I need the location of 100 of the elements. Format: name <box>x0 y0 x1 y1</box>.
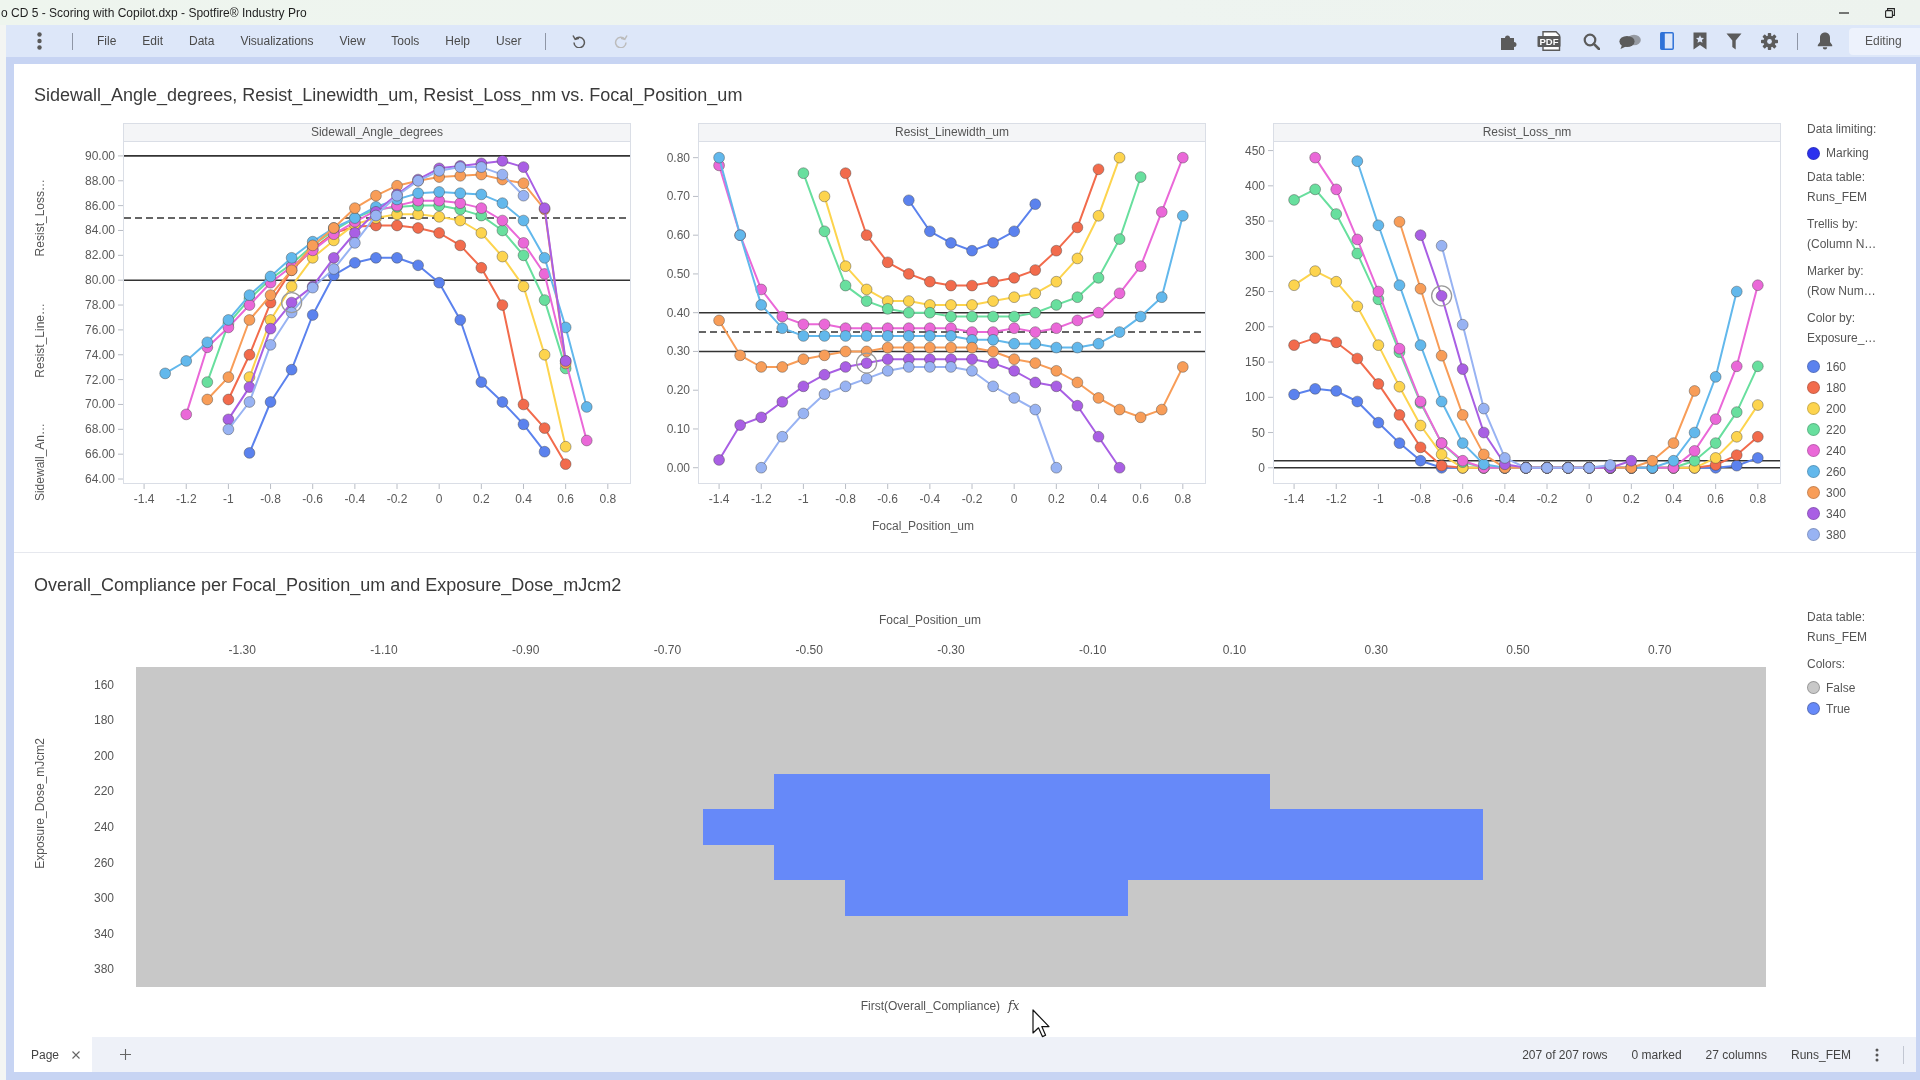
marked-count-text: 0 marked <box>1631 1047 1682 1062</box>
axis-tick-label: 70.00 <box>84 397 115 412</box>
axis-tick-label: 0.70 <box>666 189 690 204</box>
axis-tick-label: 0.8 <box>1174 492 1192 506</box>
axis-tick-label: -1 <box>1373 492 1384 506</box>
axis-tick-label: 0.50 <box>1506 643 1530 657</box>
axis-tick-label: 100 <box>1244 390 1265 405</box>
axis-tick-label: 340 <box>93 926 114 941</box>
axis-title: Resist_Line… <box>32 302 47 378</box>
axis-title: First(Overall_Compliance) <box>860 999 1001 1013</box>
axis-tick-label: -0.6 <box>302 492 324 506</box>
axis-tick-label: -0.90 <box>512 643 540 657</box>
axis-tick-label: 0.80 <box>666 150 690 165</box>
axis-tick-label: 0 <box>1010 492 1018 506</box>
legend-heading: Data limiting: <box>1807 121 1877 138</box>
axis-tick-label: 220 <box>93 784 114 799</box>
axis-tick-label: -1.10 <box>370 643 398 657</box>
axis-tick-label: 0.6 <box>1132 492 1149 506</box>
axis-tick-label: -0.8 <box>835 492 856 506</box>
axis-tick-label: 200 <box>93 748 114 763</box>
axis-tick-label: 0 <box>1258 460 1265 475</box>
axis-tick-label: 0.2 <box>1048 492 1065 506</box>
axis-tick-label: -0.70 <box>653 643 682 657</box>
legend-label: 260 <box>1826 464 1847 479</box>
axis-tick-label: 380 <box>93 962 114 977</box>
axis-tick-label: -1.2 <box>175 492 197 506</box>
legend-heading: Trellis by: <box>1807 216 1858 233</box>
legend-value: Runs_FEM <box>1807 629 1868 646</box>
axis-tick-label: 0.40 <box>666 305 690 320</box>
axis-tick-label: -0.4 <box>344 492 366 506</box>
column-count-text: 27 columns <box>1705 1047 1767 1062</box>
axis-tick-label: -1.4 <box>133 492 155 506</box>
axis-tick-label: 78.00 <box>84 298 115 313</box>
legend-value: Runs_FEM <box>1807 189 1868 206</box>
axis-tick-label: 450 <box>1244 143 1265 158</box>
axis-tick-label: 400 <box>1244 178 1265 193</box>
axis-tick-label: -1.2 <box>1325 492 1347 506</box>
legend-label: Marking <box>1826 146 1869 160</box>
axis-tick-label: 0.00 <box>666 460 690 475</box>
axis-tick-label: 0 <box>1585 492 1593 506</box>
axis-title: Sidewall_An… <box>32 422 47 501</box>
axis-tick-label: 0.8 <box>599 492 617 506</box>
axis-tick-label: 150 <box>1244 355 1265 370</box>
axis-tick-label: 68.00 <box>84 422 115 437</box>
axis-tick-label: 0.6 <box>557 492 574 506</box>
axis-tick-label: -0.4 <box>919 492 941 506</box>
axis-tick-label: -1.2 <box>750 492 772 506</box>
axis-tick-label: -0.4 <box>1494 492 1516 506</box>
legend-label: 340 <box>1826 506 1847 521</box>
legend-heading: Color by: <box>1807 310 1856 327</box>
axis-tick-label: -0.10 <box>1079 643 1107 657</box>
axis-tick-label: -0.2 <box>961 492 983 506</box>
panel-header: Resist_Linewidth_um <box>698 123 1206 141</box>
axis-tick-label: 0.4 <box>1665 492 1682 506</box>
visualization-title: Sidewall_Angle_degrees, Resist_Linewidth_um, Resist_Loss_nm vs. Focal_Position_um <box>34 84 743 106</box>
axis-tick-label: -0.30 <box>937 643 965 657</box>
axis-tick-label: -1 <box>223 492 234 506</box>
legend-label: True <box>1826 701 1851 716</box>
axis-tick-label: 76.00 <box>84 322 115 337</box>
axis-tick-label: 0.70 <box>1648 643 1672 657</box>
axis-tick-label: 0.4 <box>1090 492 1107 506</box>
axis-tick-label: -1 <box>798 492 809 506</box>
axis-tick-label: 0.2 <box>473 492 490 506</box>
legend-label: 380 <box>1826 527 1847 542</box>
axis-tick-label: 0.20 <box>666 383 690 398</box>
axis-tick-label: 82.00 <box>84 248 115 263</box>
axis-tick-label: 74.00 <box>84 347 115 362</box>
axis-tick-label: -1.4 <box>708 492 730 506</box>
legend-label: 220 <box>1826 422 1847 437</box>
axis-tick-label: 180 <box>93 713 114 728</box>
axis-tick-label: 66.00 <box>84 447 115 462</box>
axis-tick-label: 0.4 <box>515 492 532 506</box>
axis-tick-label: 0.10 <box>1222 643 1247 657</box>
axis-tick-label: 88.00 <box>84 173 115 188</box>
axis-tick-label: 0.6 <box>1707 492 1724 506</box>
axis-tick-label: 250 <box>1244 284 1265 299</box>
axis-tick-label: 80.00 <box>84 273 115 288</box>
axis-tick-label: -0.8 <box>260 492 281 506</box>
window-title: o CD 5 - Scoring with Copilot.dxp - Spotfire® Industry Pro <box>0 5 307 20</box>
axis-tick-label: 0.30 <box>1364 643 1388 657</box>
axis-tick-label: 300 <box>1244 249 1265 264</box>
axis-tick-label: 90.00 <box>84 148 115 163</box>
axis-title: Focal_Position_um <box>871 519 975 533</box>
axis-tick-label: -0.6 <box>1452 492 1474 506</box>
panel-header: Sidewall_Angle_degrees <box>123 123 631 141</box>
legend-heading: Data table: <box>1807 169 1866 186</box>
axis-tick-label: -0.2 <box>1536 492 1558 506</box>
axis-tick-label: 200 <box>1244 319 1265 334</box>
axis-tick-label: 350 <box>1244 214 1265 229</box>
axis-title: Exposure_Dose_mJcm2 <box>32 737 47 869</box>
row-count-text: 207 of 207 rows <box>1522 1047 1608 1062</box>
axis-tick-label: 0.30 <box>666 344 690 359</box>
legend-label: 300 <box>1826 485 1847 500</box>
axis-tick-label: 86.00 <box>84 198 115 213</box>
legend-label: 160 <box>1826 359 1847 374</box>
axis-tick-label: 0.60 <box>666 228 690 243</box>
legend-label: 200 <box>1826 401 1847 416</box>
axis-tick-label: 0.2 <box>1623 492 1640 506</box>
axis-tick-label: 72.00 <box>84 372 115 387</box>
axis-tick-label: 0.50 <box>666 266 690 281</box>
